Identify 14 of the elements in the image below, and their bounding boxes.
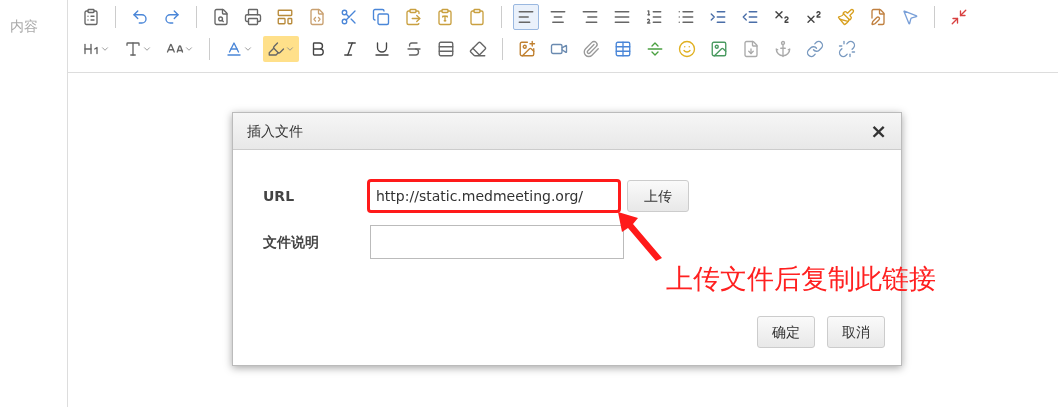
field-label: URL bbox=[263, 186, 296, 206]
dialog-title: 插入文件 bbox=[247, 121, 303, 141]
text-field[interactable]: http://static.medmeeting.org/ bbox=[367, 179, 621, 213]
dialog-button[interactable]: 取消 bbox=[827, 316, 885, 348]
arrow bbox=[616, 210, 664, 262]
align-left-icon[interactable] bbox=[513, 4, 539, 30]
highlight-icon[interactable] bbox=[263, 36, 299, 62]
field-label: 内容 bbox=[10, 18, 38, 34]
upload-button[interactable]: 上传 bbox=[627, 180, 689, 212]
close-button[interactable]: × bbox=[870, 121, 887, 141]
annotation: 上传文件后复制此链接 bbox=[666, 262, 936, 296]
field-label: 文件说明 bbox=[263, 232, 320, 252]
text-field[interactable] bbox=[370, 225, 624, 259]
dialog-button[interactable]: 确定 bbox=[757, 316, 815, 348]
